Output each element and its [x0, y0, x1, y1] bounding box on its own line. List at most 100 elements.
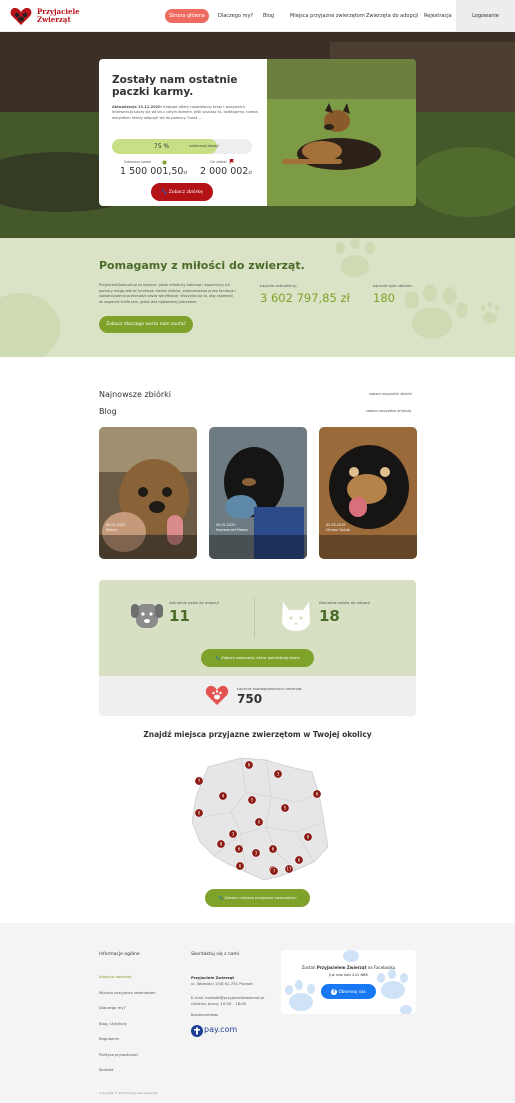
map-pin-count: 3	[232, 832, 235, 837]
map-pin-count: 4	[222, 794, 225, 799]
paw-decoration-icon	[0, 238, 500, 357]
fundraiser-dog-photo	[267, 59, 416, 206]
footer-link[interactable]: Dlaczego my?	[99, 1005, 156, 1010]
post-title: Maluci	[106, 528, 117, 532]
map-pin-count: 17	[286, 867, 292, 872]
mission-section: Pomagamy z miłości do zwierząt. Przyjaci…	[0, 238, 515, 357]
cat-icon	[282, 602, 310, 631]
nav-why-us[interactable]: Dlaczego my?	[218, 13, 253, 19]
map-pin-count: 7	[198, 779, 201, 784]
footer-contact-title: Skontaktuj się z nami	[191, 952, 240, 957]
map-pin-count: 6	[248, 763, 251, 768]
paw-icon: 🐾	[161, 189, 168, 195]
map-pin-count: 6	[298, 858, 301, 863]
map-pin-count: 7	[273, 869, 276, 874]
see-animals-label: Zobacz zwierzęta, które potrzebują domu	[221, 655, 300, 660]
blog-card[interactable]: 09.02.2020 Impreza wd Pieseu	[209, 427, 307, 559]
fundraiser-update-label: Aktualizacja 13.11.2020:	[112, 105, 163, 109]
map-pin-count: 5	[251, 798, 254, 803]
payments-label: Bezpieczeństwo	[191, 1013, 219, 1017]
map-pin-count: 5	[284, 806, 287, 811]
piggy-bank-icon	[162, 160, 167, 165]
login-button[interactable]: Logowanie	[456, 0, 515, 32]
flag-icon	[229, 159, 234, 164]
adopted-value: 750	[237, 692, 263, 706]
tpay-label: pay.com	[204, 1025, 238, 1034]
map-pin-count: 3	[255, 851, 258, 856]
footer-link[interactable]: Polityka prywatności	[99, 1052, 156, 1057]
paw-icon: 🐾	[215, 655, 220, 660]
map-pin-count: 6	[316, 792, 319, 797]
map-pin-count: 6	[272, 847, 275, 852]
map-pin-count: 8	[307, 835, 310, 840]
goal-currency: zł	[248, 170, 252, 175]
see-places-button[interactable]: 🐾 Zobacz miejsca przyjazne zwierzętom	[205, 889, 310, 907]
footer-link[interactable]: Adopcja zwierząt	[99, 974, 156, 979]
org-email[interactable]: E-mail: kontakt@przyjacielezwierzat.pl	[191, 995, 264, 1000]
dog-photo-1	[99, 427, 197, 559]
why-trust-us-button[interactable]: Zobacz dlaczego warto nam zaufać	[99, 316, 193, 333]
nav-pet-friendly-places[interactable]: Miejsca przyjazne zwierzętom	[290, 13, 365, 19]
post-title: Citroen Saluto	[326, 528, 351, 532]
blog-card[interactable]: 02.03.2019 Citroen Saluto	[319, 427, 417, 559]
footer: Informacje ogólne Adopcja zwierząt Miejs…	[0, 923, 515, 1103]
mission-text: PrzyjacieleZwierzat.pl to miejsce, gdzie…	[99, 283, 236, 304]
fundraiser-progress-bar: 75 % uzbieranej kwoty!	[112, 139, 252, 154]
nav-register[interactable]: Rejestracja	[424, 13, 452, 19]
fb-text2: Przyjacielem Zwierząt	[316, 965, 367, 970]
logo-line2: Zwierząt	[37, 15, 71, 24]
nav-adoption[interactable]: Zwierzęta do adopcji	[366, 13, 418, 19]
heart-paw-logo-icon	[10, 7, 32, 26]
fb-likes: Już nas lubi 241 866	[329, 972, 368, 977]
footer-link[interactable]: Blog / Artykuły	[99, 1021, 156, 1026]
fb-text1: Zostań	[301, 965, 316, 970]
facebook-follow-button[interactable]: f Obserwuj nas	[321, 984, 376, 999]
fb-text3: na Facebooku	[367, 965, 396, 970]
fundraiser-title: Zostały nam ostatnie paczki karmy.	[112, 74, 238, 98]
map-pin-count: 6	[239, 864, 242, 869]
raised-value: 3 602 797,85 zł	[260, 291, 350, 305]
org-name: Przyjaciele Zwierząt	[191, 975, 235, 980]
footer-link[interactable]: Miejsca przyjazne zwierzętom	[99, 990, 156, 995]
post-title: Impreza wd Pieseu	[216, 528, 248, 532]
fundraisers-value: 180	[373, 291, 395, 305]
goal-value: 2 000 002	[200, 166, 249, 177]
see-places-label: Zobacz miejsca przyjazne zwierzętom	[224, 895, 297, 900]
org-address: ul. Wolności 15/8 61-751 Poznań	[191, 981, 253, 986]
site-header: Przyjaciele Zwierząt Strona główna Dlacz…	[0, 0, 515, 32]
fundraisers-label: Łącznie było zbiórek:	[373, 283, 413, 288]
see-all-fundraisers-link[interactable]: zobacz wszystkie zbiórki	[369, 392, 412, 396]
org-hours: Godziny pracy: 10:00 - 18:00	[191, 1001, 247, 1006]
divider	[254, 598, 255, 638]
nav-blog[interactable]: Blog	[263, 13, 274, 19]
footer-links: Adopcja zwierząt Miejsca przyjazne zwier…	[99, 974, 156, 1072]
goal-label: Cel zbiórki	[210, 160, 227, 164]
tpay-logo: pay.com	[191, 1024, 251, 1040]
collected-currency: zł	[183, 170, 187, 175]
dogs-label: Aktualnie psów do adopcji	[169, 600, 219, 605]
map-pin-count: 0	[198, 811, 201, 816]
blog-card[interactable]: 06.02.2020 Maluci	[99, 427, 197, 559]
adoption-counters: Aktualnie psów do adopcji 11 Aktualnie k…	[99, 580, 416, 716]
see-animals-button[interactable]: 🐾 Zobacz zwierzęta, które potrzebują dom…	[201, 649, 314, 667]
paw-decoration-icon	[285, 950, 412, 1014]
progress-label: uzbieranej kwoty!	[189, 144, 220, 148]
facebook-widget: Zostań Przyjacielem Zwierząt na Facebook…	[281, 950, 416, 1014]
see-fundraiser-button[interactable]: 🐾 Zobacz zbiórkę	[151, 183, 213, 201]
see-all-articles-link[interactable]: zobacz wszystkie artykuły	[366, 409, 412, 413]
footer-info-title: Informacje ogólne	[99, 952, 140, 957]
collected-label: Uzbierana kwota	[124, 160, 151, 164]
copyright: Copyright © 2019 Przyjaciele Zwierząt	[99, 1091, 158, 1095]
adopted-label: Łącznie zaadoptowanych zwierząt	[237, 686, 302, 691]
dog-icon	[131, 604, 163, 628]
see-fundraiser-label: Zobacz zbiórkę	[168, 190, 203, 195]
collected-value: 1 500 001,50	[120, 166, 184, 177]
site-logo[interactable]: Przyjaciele Zwierząt	[10, 5, 80, 27]
footer-link[interactable]: Kontakt	[99, 1067, 156, 1072]
footer-link[interactable]: Regulamin	[99, 1036, 156, 1041]
poland-map[interactable]: 637456050388636666177	[186, 752, 330, 884]
nav-home[interactable]: Strona główna	[165, 9, 209, 23]
dogs-value: 11	[169, 607, 190, 625]
paw-icon: 🐾	[218, 895, 224, 900]
blog-title: Blog	[99, 407, 117, 416]
